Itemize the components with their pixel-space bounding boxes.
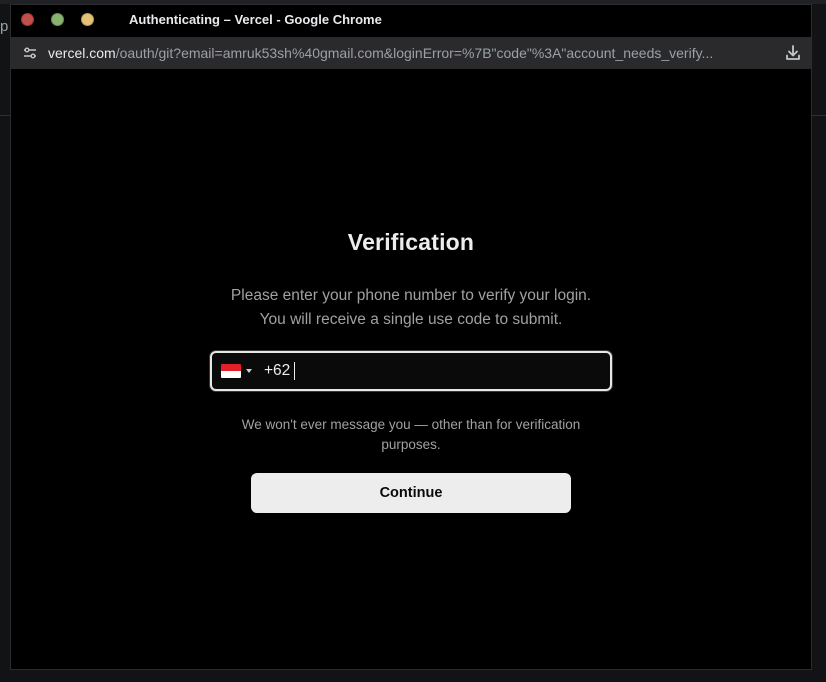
- url-text[interactable]: vercel.com/oauth/git?email=amruk53sh%40g…: [48, 45, 764, 61]
- phone-input[interactable]: [264, 359, 594, 383]
- instruction-line-2: You will receive a single use code to su…: [259, 311, 563, 328]
- site-info-icon[interactable]: [22, 45, 38, 61]
- background-divider: [812, 115, 826, 116]
- continue-button[interactable]: Continue: [251, 473, 571, 513]
- minimize-window-button[interactable]: [51, 13, 64, 26]
- auth-popup-window: Authenticating – Vercel - Google Chrome …: [10, 4, 812, 670]
- address-bar[interactable]: vercel.com/oauth/git?email=amruk53sh%40g…: [11, 37, 811, 69]
- window-title: Authenticating – Vercel - Google Chrome: [129, 12, 382, 27]
- maximize-window-button[interactable]: [81, 13, 94, 26]
- close-window-button[interactable]: [21, 13, 34, 26]
- page-content: Verification Please enter your phone num…: [11, 69, 811, 669]
- phone-number-field[interactable]: [210, 351, 612, 391]
- background-edge-text: p: [0, 18, 9, 35]
- indonesia-flag-icon: [221, 364, 241, 378]
- text-cursor: [294, 362, 295, 380]
- caret-down-icon: [246, 369, 252, 373]
- page-title: Verification: [347, 229, 475, 255]
- background-divider: [0, 115, 10, 116]
- download-icon[interactable]: [783, 43, 803, 63]
- url-host: vercel.com: [48, 45, 116, 61]
- country-code-select[interactable]: [212, 353, 258, 389]
- url-path: /oauth/git?email=amruk53sh%40gmail.com&l…: [115, 45, 714, 61]
- privacy-note: We won't ever message you — other than f…: [241, 417, 581, 452]
- instruction-line-1: Please enter your phone number to verify…: [230, 287, 592, 304]
- title-bar: Authenticating – Vercel - Google Chrome: [11, 5, 811, 37]
